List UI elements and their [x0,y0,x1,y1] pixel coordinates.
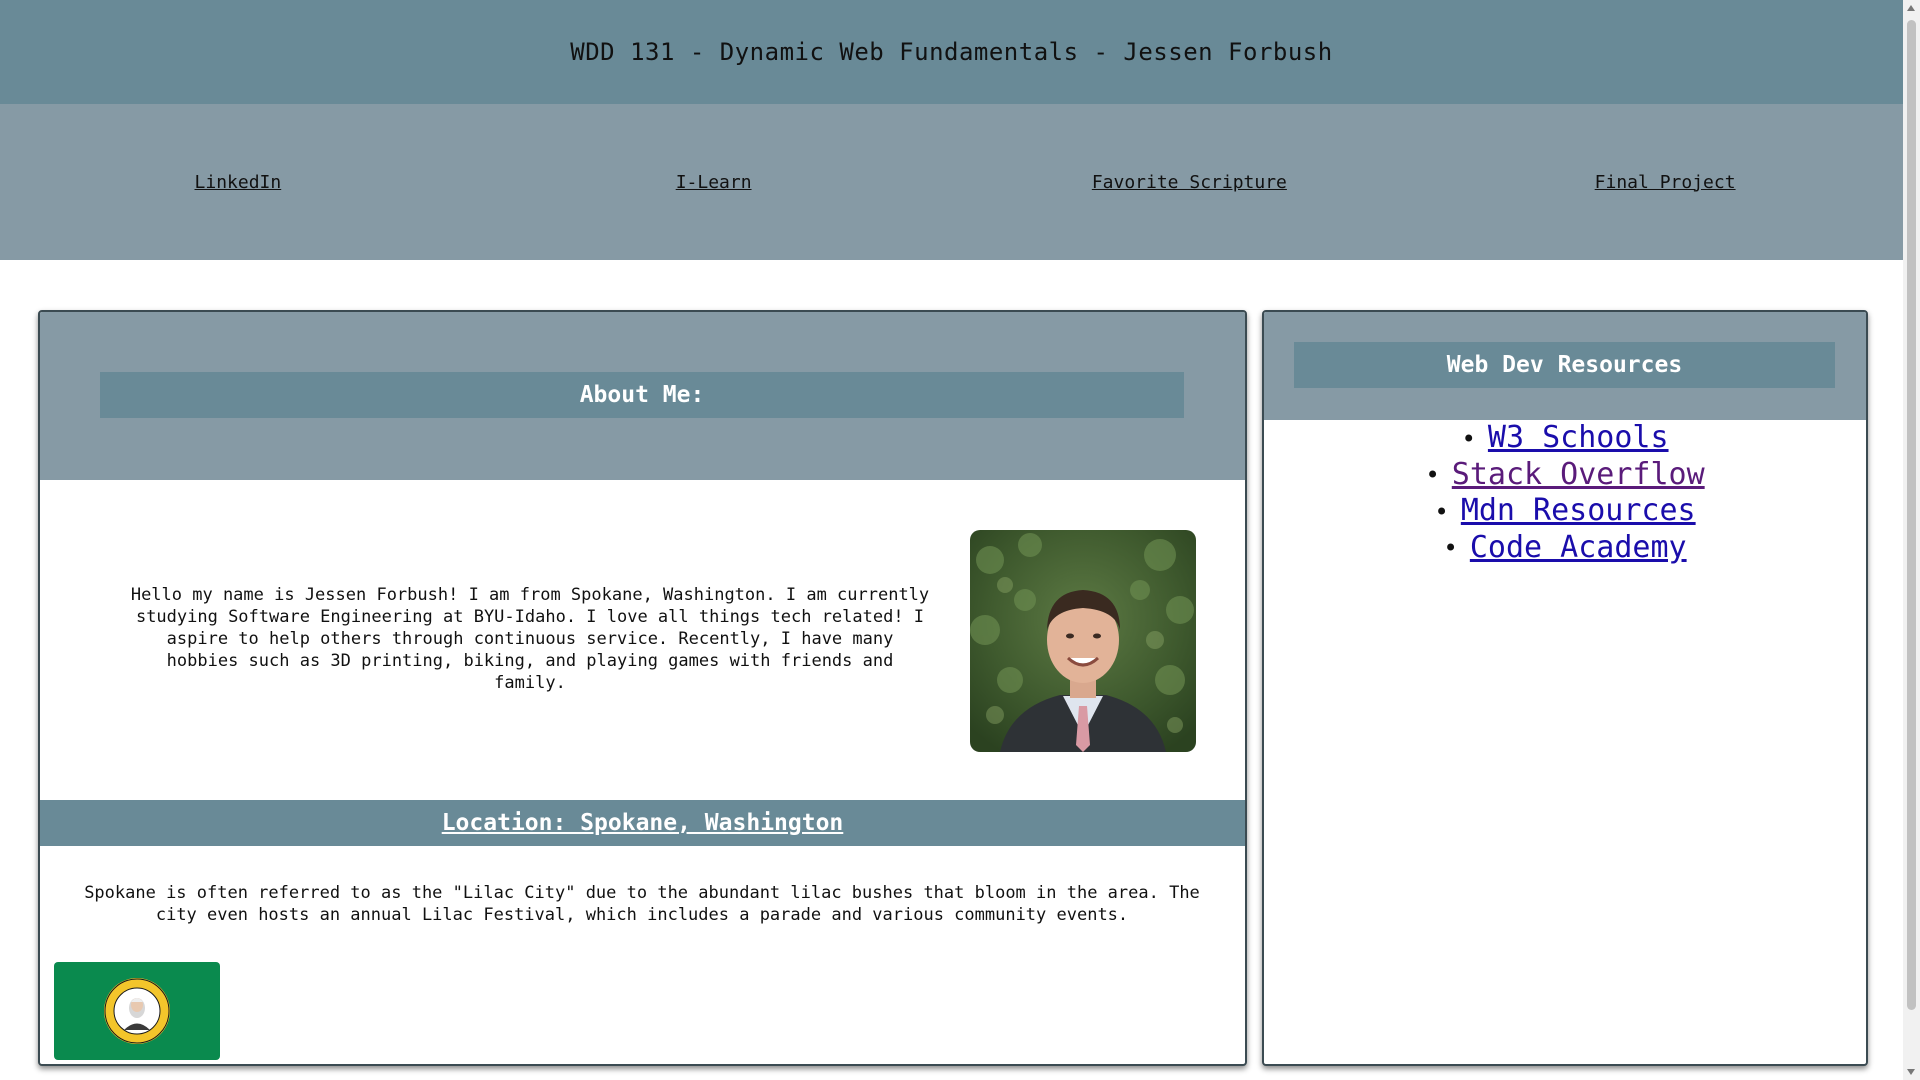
list-item: Stack Overflow [1264,457,1866,494]
list-item: Code Academy [1264,530,1866,567]
location-heading-bar: Location: Spokane, Washington [40,800,1245,846]
scroll-up-icon[interactable] [1907,5,1915,11]
nav-link-favorite-scripture[interactable]: Favorite Scripture [952,172,1428,193]
resources-heading: Web Dev Resources [1446,352,1683,378]
scroll-thumb[interactable] [1907,20,1916,1010]
profile-photo-image [970,530,1196,752]
link-stack-overflow[interactable]: Stack Overflow [1452,457,1705,492]
page: WDD 131 - Dynamic Web Fundamentals - Jes… [0,0,1920,1080]
about-heading-bar: About Me: [100,372,1184,418]
site-header: WDD 131 - Dynamic Web Fundamentals - Jes… [0,0,1903,104]
about-text: Hello my name is Jessen Forbush! I am fr… [130,585,930,693]
page-title: WDD 131 - Dynamic Web Fundamentals - Jes… [570,38,1333,66]
nav-link-final-project[interactable]: Final Project [1427,172,1903,193]
washington-flag [54,962,220,1060]
resources-heading-bar: Web Dev Resources [1294,342,1835,388]
nav-link-i-learn[interactable]: I-Learn [476,172,952,193]
list-item: W3 Schools [1264,420,1866,457]
about-heading: About Me: [579,382,705,408]
link-w3-schools[interactable]: W3 Schools [1488,420,1669,455]
profile-photo [970,530,1196,752]
location-text: Spokane is often referred to as the "Lil… [84,883,1200,925]
list-item: Mdn Resources [1264,493,1866,530]
main-nav: LinkedIn I-Learn Favorite Scripture Fina… [0,104,1903,260]
resources-panel: Web Dev Resources W3 Schools Stack Overf… [1262,310,1868,1066]
about-panel: About Me: Hello my name is Jessen Forbus… [38,310,1247,1066]
scroll-down-icon[interactable] [1907,1069,1915,1075]
resources-list: W3 Schools Stack Overflow Mdn Resources … [1264,420,1866,566]
nav-link-linkedin[interactable]: LinkedIn [0,172,476,193]
link-mdn-resources[interactable]: Mdn Resources [1461,493,1696,528]
washington-flag-image [54,962,220,1060]
link-code-academy[interactable]: Code Academy [1470,530,1687,565]
vertical-scrollbar[interactable] [1903,0,1920,1080]
location-link[interactable]: Location: Spokane, Washington [442,810,844,836]
